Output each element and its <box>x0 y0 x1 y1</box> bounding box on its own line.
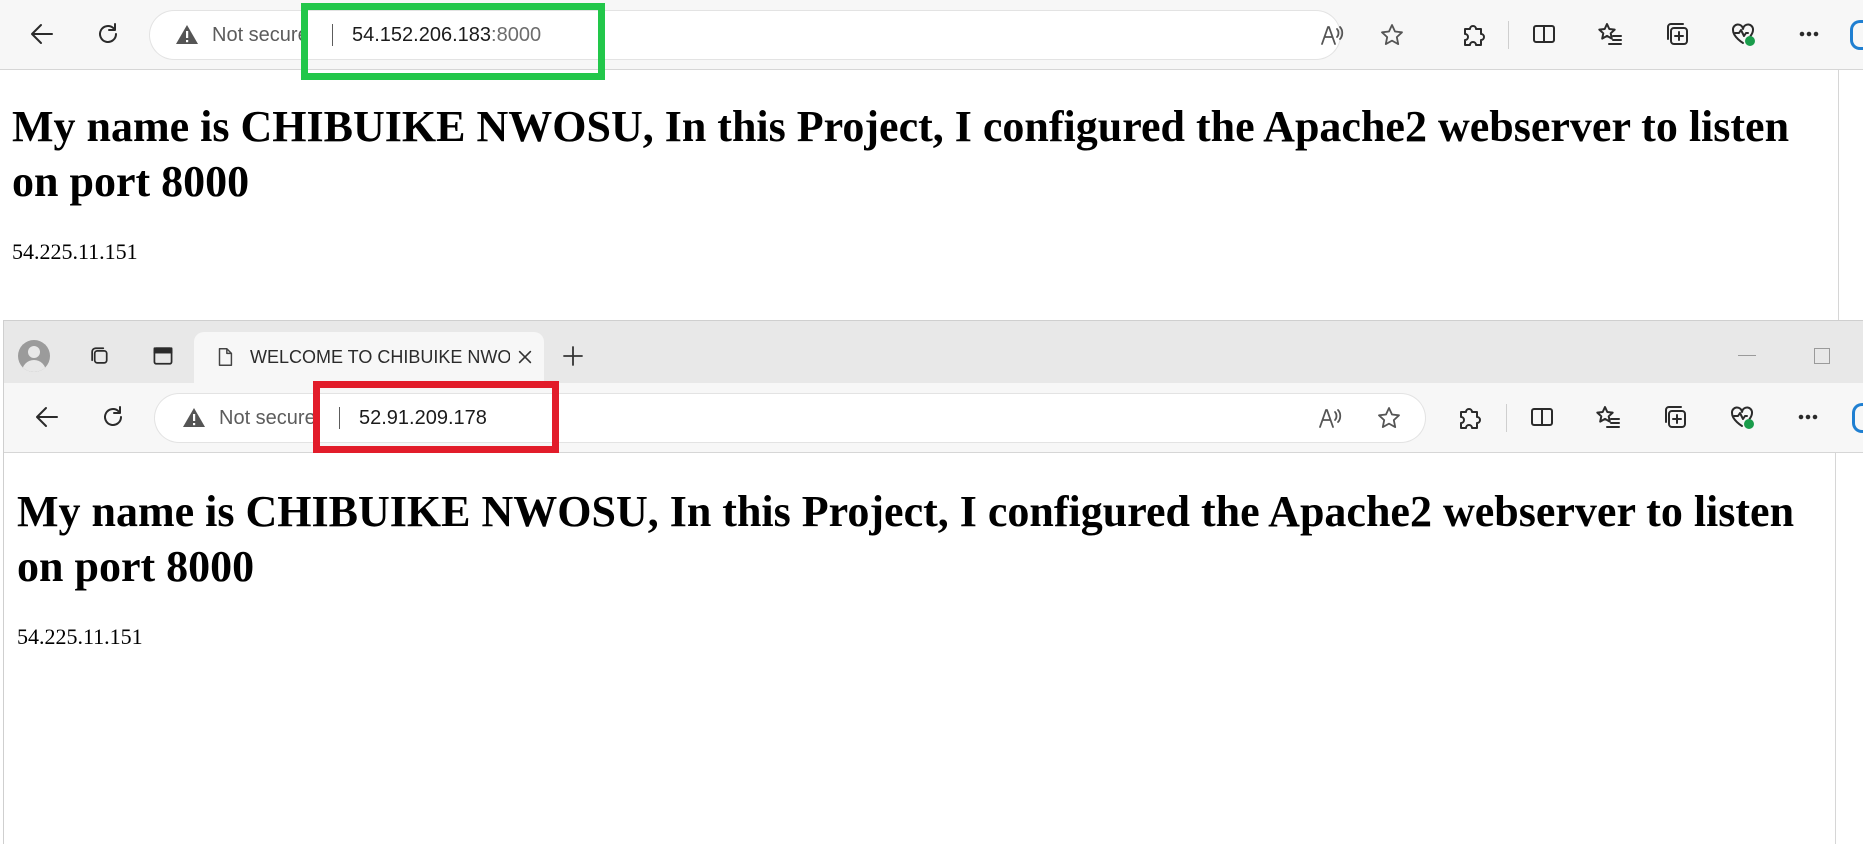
maximize-button[interactable] <box>1799 341 1845 371</box>
highlight-box-red <box>313 381 559 453</box>
ip-address-text: 54.225.11.151 <box>17 624 143 649</box>
split-screen-button[interactable] <box>1521 11 1567 57</box>
browser-essentials-button[interactable] <box>1719 394 1765 440</box>
tab-actions-button[interactable] <box>140 333 186 379</box>
collections-button[interactable] <box>1654 11 1700 57</box>
puzzle-icon <box>1464 25 1485 46</box>
read-aloud-button[interactable] <box>1310 398 1350 438</box>
settings-more-button[interactable] <box>1786 11 1832 57</box>
toolbar-divider <box>1506 404 1507 432</box>
refresh-button[interactable] <box>85 11 131 57</box>
toolbar: Not secure 54.152.206.183:8000 <box>0 0 1863 70</box>
toolbar-divider <box>1508 21 1509 49</box>
minimize-button[interactable] <box>1724 341 1770 371</box>
star-icon <box>1381 24 1403 45</box>
favorites-button[interactable] <box>1585 394 1631 440</box>
new-tab-icon[interactable] <box>561 344 585 368</box>
browser-essentials-button[interactable] <box>1720 11 1766 57</box>
favorites-list-icon <box>1596 406 1620 428</box>
split-screen-icon <box>1533 25 1555 43</box>
ip-address-text: 54.225.11.151 <box>12 239 138 264</box>
browser-window-top: Not secure 54.152.206.183:8000 My name i… <box>0 0 1863 320</box>
read-aloud-icon <box>1321 26 1344 45</box>
copilot-icon[interactable] <box>1852 403 1863 433</box>
workspaces-button[interactable] <box>76 333 122 379</box>
collections-icon <box>1667 23 1688 45</box>
toolbar: Not secure 52.91.209.178 <box>4 383 1863 453</box>
close-tab-icon[interactable] <box>516 348 534 366</box>
favorites-list-icon <box>1598 23 1622 45</box>
extensions-button[interactable] <box>1450 11 1496 57</box>
collections-icon <box>1665 406 1686 428</box>
collections-button[interactable] <box>1652 394 1698 440</box>
workspaces-icon <box>91 347 108 364</box>
split-screen-button[interactable] <box>1519 394 1565 440</box>
tab-active[interactable]: WELCOME TO CHIBUIKE NWOSU <box>194 332 544 383</box>
copilot-icon[interactable] <box>1850 20 1863 50</box>
profile-avatar-body <box>22 360 46 372</box>
more-dots-icon <box>1798 414 1818 420</box>
highlight-box-green <box>301 3 605 80</box>
favorites-button[interactable] <box>1587 11 1633 57</box>
split-screen-icon <box>1531 408 1553 426</box>
tab-title: WELCOME TO CHIBUIKE NWOSU <box>250 347 510 367</box>
vertical-tabs-icon <box>153 347 173 365</box>
settings-more-button[interactable] <box>1785 394 1831 440</box>
page-heading: My name is CHIBUIKE NWOSU, In this Proje… <box>17 487 1795 591</box>
read-aloud-icon <box>1319 409 1342 428</box>
page-heading: My name is CHIBUIKE NWOSU, In this Proje… <box>12 102 1790 206</box>
security-label[interactable]: Not secure <box>219 407 316 430</box>
back-button[interactable] <box>19 11 65 57</box>
puzzle-icon <box>1460 408 1481 429</box>
security-label[interactable]: Not secure <box>212 24 309 47</box>
extensions-button[interactable] <box>1446 394 1492 440</box>
tabstrip: WELCOME TO CHIBUIKE NWOSU <box>4 321 1863 383</box>
minimize-icon <box>1738 355 1756 356</box>
read-aloud-button[interactable] <box>1312 15 1352 55</box>
back-button[interactable] <box>24 394 70 440</box>
page-content: My name is CHIBUIKE NWOSU, In this Proje… <box>4 453 1836 844</box>
refresh-icon <box>99 23 117 43</box>
browser-window-bottom: WELCOME TO CHIBUIKE NWOSU Not secure 52.… <box>3 320 1863 844</box>
refresh-button[interactable] <box>90 394 136 440</box>
back-arrow-icon <box>31 24 53 44</box>
heart-pulse-icon <box>1731 406 1754 429</box>
profile-avatar-icon <box>28 346 40 358</box>
profile-button[interactable] <box>18 340 50 372</box>
warning-triangle-icon <box>176 25 198 44</box>
star-icon <box>1378 407 1400 428</box>
refresh-icon <box>104 406 122 426</box>
favorite-button[interactable] <box>1372 15 1412 55</box>
page-content: My name is CHIBUIKE NWOSU, In this Proje… <box>0 70 1839 320</box>
back-arrow-icon <box>36 407 58 427</box>
warning-triangle-icon <box>183 408 205 427</box>
heart-pulse-icon <box>1732 23 1755 46</box>
favorite-button[interactable] <box>1369 398 1409 438</box>
maximize-icon <box>1814 348 1830 364</box>
more-dots-icon <box>1799 31 1819 37</box>
page-icon <box>218 348 233 366</box>
